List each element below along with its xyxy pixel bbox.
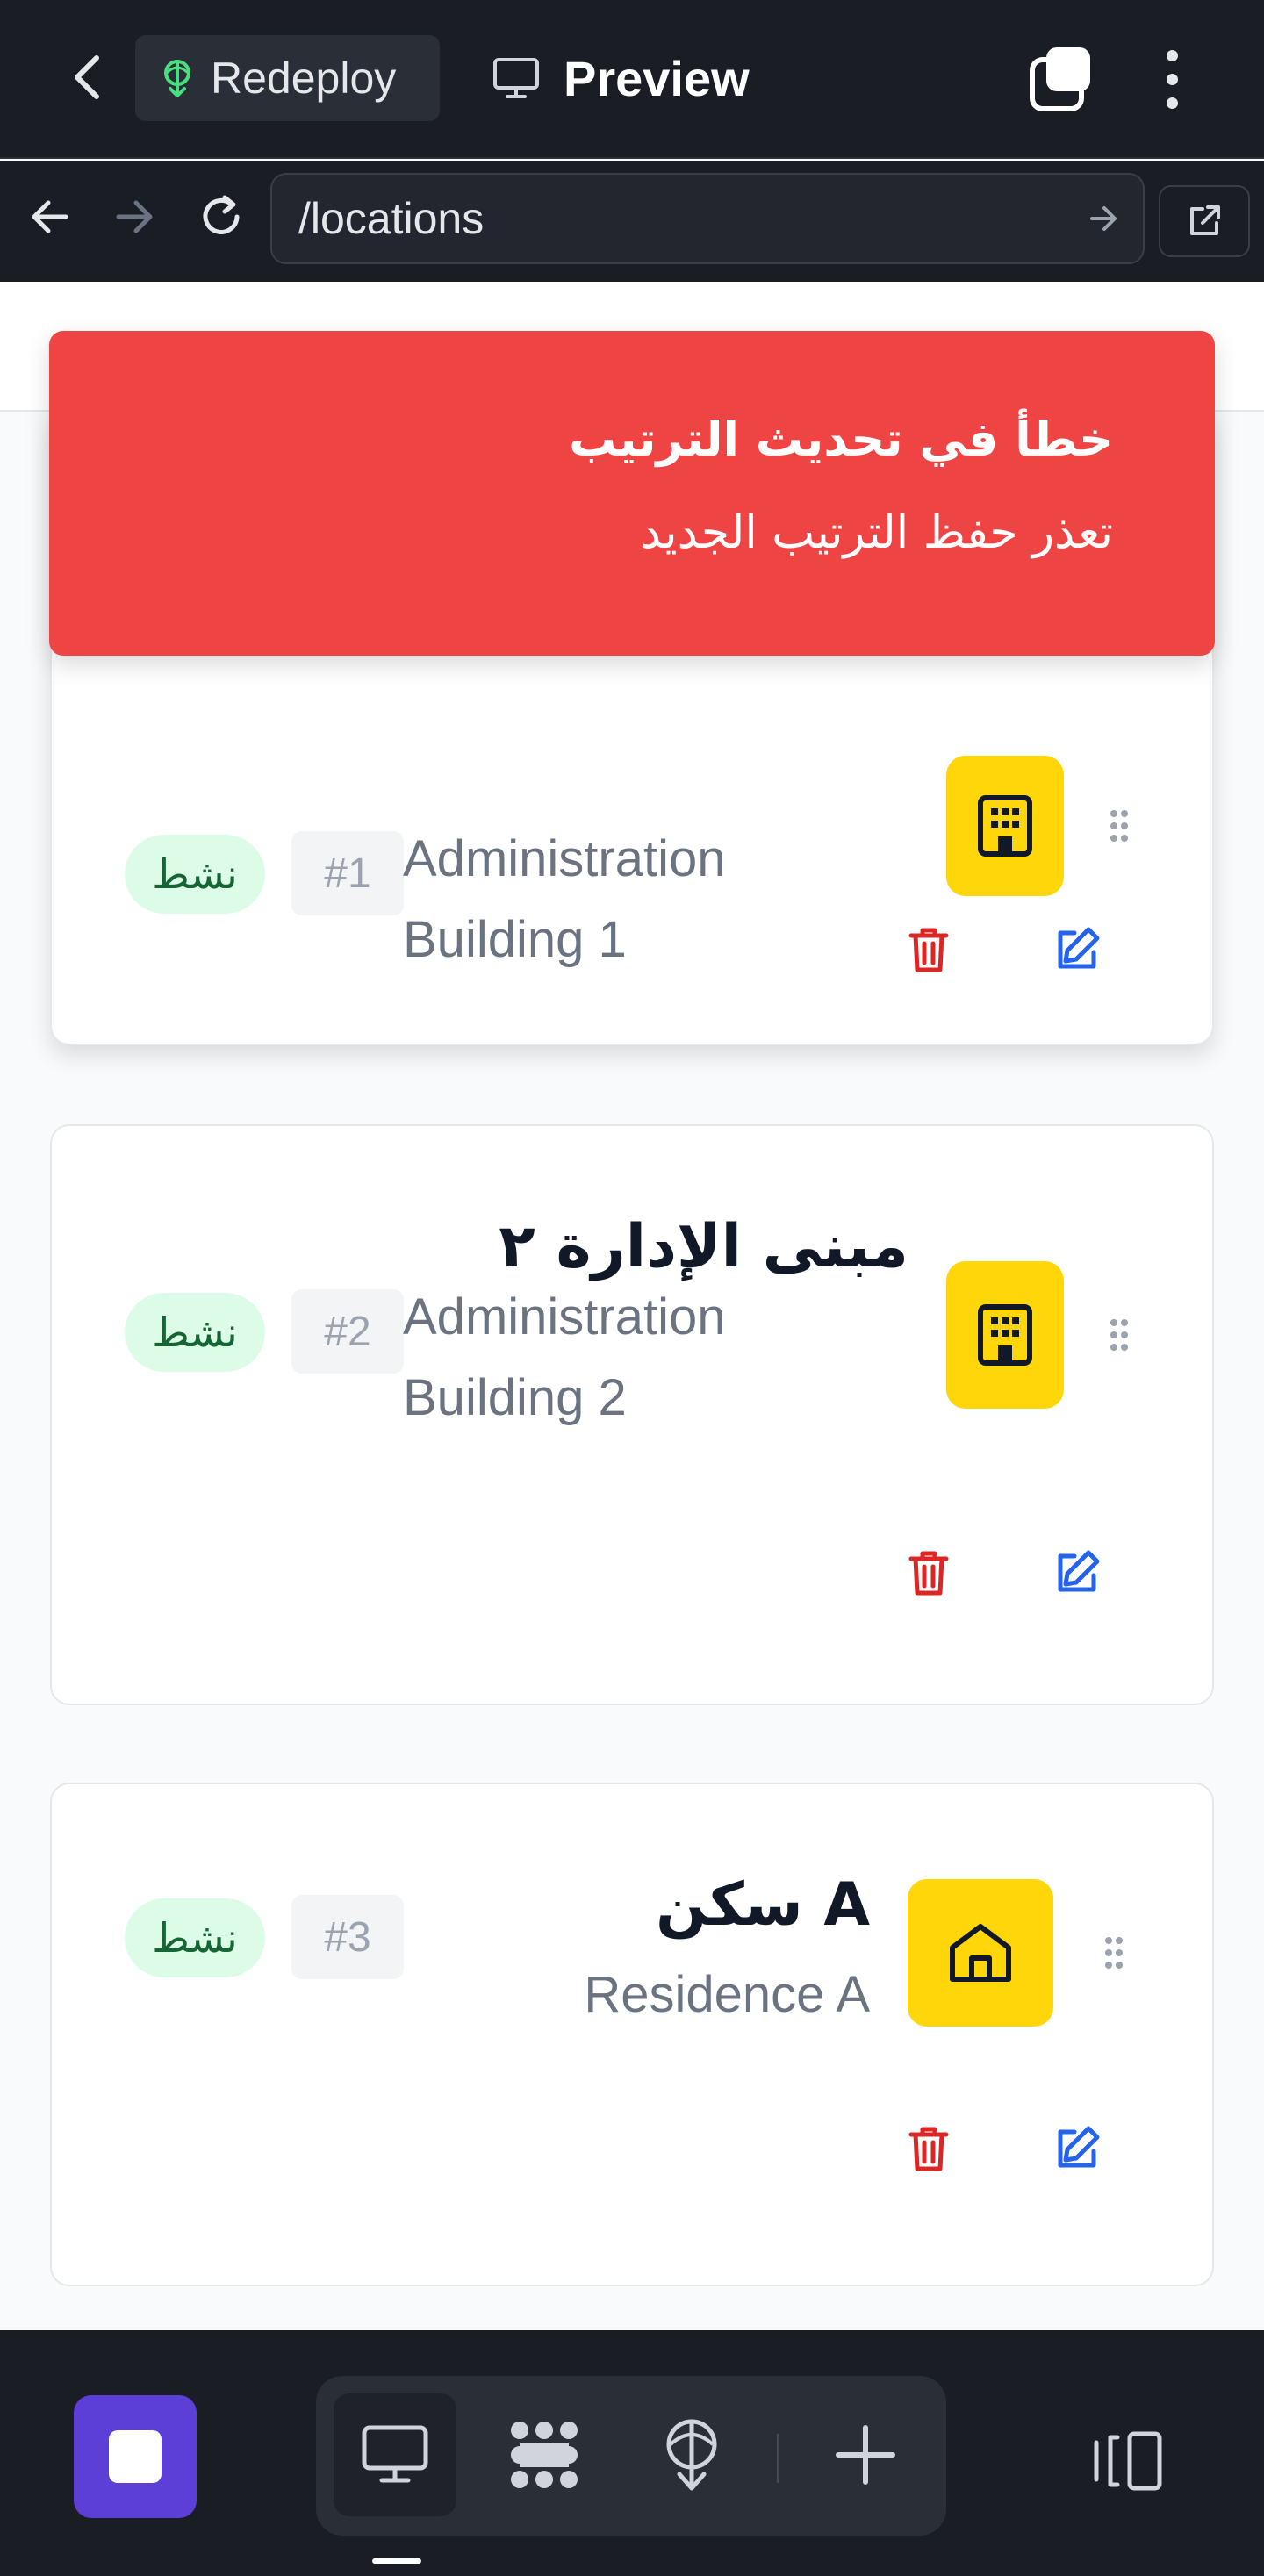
toggle-sidebar-button[interactable] bbox=[1088, 2422, 1167, 2501]
edit-button[interactable] bbox=[1046, 919, 1108, 980]
delete-button[interactable] bbox=[898, 2118, 959, 2179]
delete-button[interactable] bbox=[898, 919, 959, 980]
home-indicator bbox=[372, 2558, 421, 2564]
external-link-icon bbox=[1190, 205, 1220, 235]
browser-bar: /locations bbox=[0, 161, 1264, 282]
browser-back-button[interactable] bbox=[23, 190, 75, 243]
trash-icon bbox=[908, 928, 949, 972]
location-icon-tile bbox=[908, 1879, 1053, 2027]
dock-preview-button[interactable] bbox=[334, 2393, 456, 2516]
more-options-button[interactable] bbox=[1150, 44, 1194, 114]
integrations-icon bbox=[511, 2422, 578, 2488]
error-toast[interactable]: خطأ في تحديث الترتيب تعذر حفظ الترتيب ال… bbox=[49, 331, 1215, 656]
edit-icon bbox=[1058, 1550, 1100, 1592]
edit-button[interactable] bbox=[1046, 1542, 1108, 1604]
location-card: مبنى الإدارة ٢ نشط #2 Administration Bui… bbox=[50, 1124, 1214, 1705]
dock-add-button[interactable] bbox=[804, 2393, 927, 2516]
redeploy-label: Redeploy bbox=[211, 54, 397, 103]
status-badge: نشط bbox=[125, 1898, 265, 1977]
plus-icon bbox=[836, 2425, 895, 2485]
stop-icon bbox=[109, 2430, 162, 2483]
edit-icon bbox=[1058, 927, 1100, 969]
location-name-ar: مبنى الإدارة ٢ bbox=[499, 1212, 908, 1281]
order-badge: #2 bbox=[291, 1289, 404, 1374]
monitor-icon bbox=[493, 58, 539, 98]
location-name-en: Residence A bbox=[584, 1966, 870, 2023]
edit-button[interactable] bbox=[1046, 2118, 1108, 2179]
order-badge: #3 bbox=[291, 1895, 404, 1979]
open-external-button[interactable] bbox=[1159, 185, 1250, 257]
drag-handle[interactable] bbox=[1102, 800, 1137, 852]
dock-deploy-button[interactable] bbox=[630, 2393, 753, 2516]
arrow-left-icon bbox=[32, 200, 68, 233]
bottom-dock bbox=[0, 2330, 1264, 2576]
reload-icon bbox=[203, 195, 240, 234]
location-icon-tile bbox=[946, 756, 1064, 896]
tabs-icon bbox=[1030, 47, 1090, 111]
drag-handle[interactable] bbox=[1096, 1927, 1131, 1979]
dock-divider bbox=[777, 2434, 779, 2483]
preview-label: Preview bbox=[564, 50, 750, 106]
delete-button[interactable] bbox=[898, 1542, 959, 1604]
location-icon-tile bbox=[946, 1261, 1064, 1409]
edit-icon bbox=[1058, 2126, 1100, 2168]
location-name-ar: سكن A bbox=[656, 1870, 870, 1940]
toast-message: تعذر حفظ الترتيب الجديد bbox=[640, 506, 1113, 559]
dock-integrations-button[interactable] bbox=[483, 2393, 606, 2516]
location-name-en: Administration Building 2 bbox=[403, 1288, 726, 1426]
app-bar: Redeploy Preview bbox=[0, 0, 1264, 159]
deploy-icon bbox=[164, 60, 190, 97]
url-input[interactable]: /locations bbox=[270, 173, 1145, 264]
grip-vertical-icon bbox=[1110, 1319, 1128, 1351]
deploy-icon bbox=[666, 2419, 717, 2491]
url-text: /locations bbox=[298, 194, 485, 243]
back-button[interactable] bbox=[61, 51, 114, 104]
reload-button[interactable] bbox=[195, 190, 248, 243]
chevron-left-icon bbox=[75, 55, 99, 99]
building-icon bbox=[978, 795, 1032, 857]
order-badge: #1 bbox=[291, 831, 404, 915]
grip-vertical-icon bbox=[1105, 1937, 1123, 1969]
monitor-icon bbox=[362, 2425, 428, 2483]
home-icon bbox=[950, 1924, 1011, 1982]
go-arrow-icon bbox=[1090, 206, 1117, 231]
location-card: سكن A نشط #3 Residence A bbox=[50, 1783, 1214, 2286]
grip-vertical-icon bbox=[1110, 810, 1128, 842]
redeploy-button[interactable]: Redeploy bbox=[135, 35, 440, 121]
sidebar-icon bbox=[1094, 2431, 1162, 2491]
trash-icon bbox=[908, 1551, 949, 1596]
browser-forward-button[interactable] bbox=[109, 190, 162, 243]
arrow-right-icon bbox=[116, 200, 153, 233]
status-badge: نشط bbox=[125, 835, 265, 914]
preview-tab[interactable]: Preview bbox=[492, 35, 750, 121]
stop-button[interactable] bbox=[74, 2395, 197, 2518]
trash-icon bbox=[908, 2127, 949, 2171]
location-name-en: Administration Building 1 bbox=[403, 830, 726, 968]
building-icon bbox=[978, 1304, 1032, 1366]
toast-title: خطأ في تحديث الترتيب bbox=[569, 412, 1113, 467]
dock-toolbar bbox=[316, 2376, 946, 2536]
status-badge: نشط bbox=[125, 1293, 265, 1372]
tabs-switcher-button[interactable] bbox=[1027, 44, 1097, 114]
drag-handle[interactable] bbox=[1102, 1309, 1137, 1361]
